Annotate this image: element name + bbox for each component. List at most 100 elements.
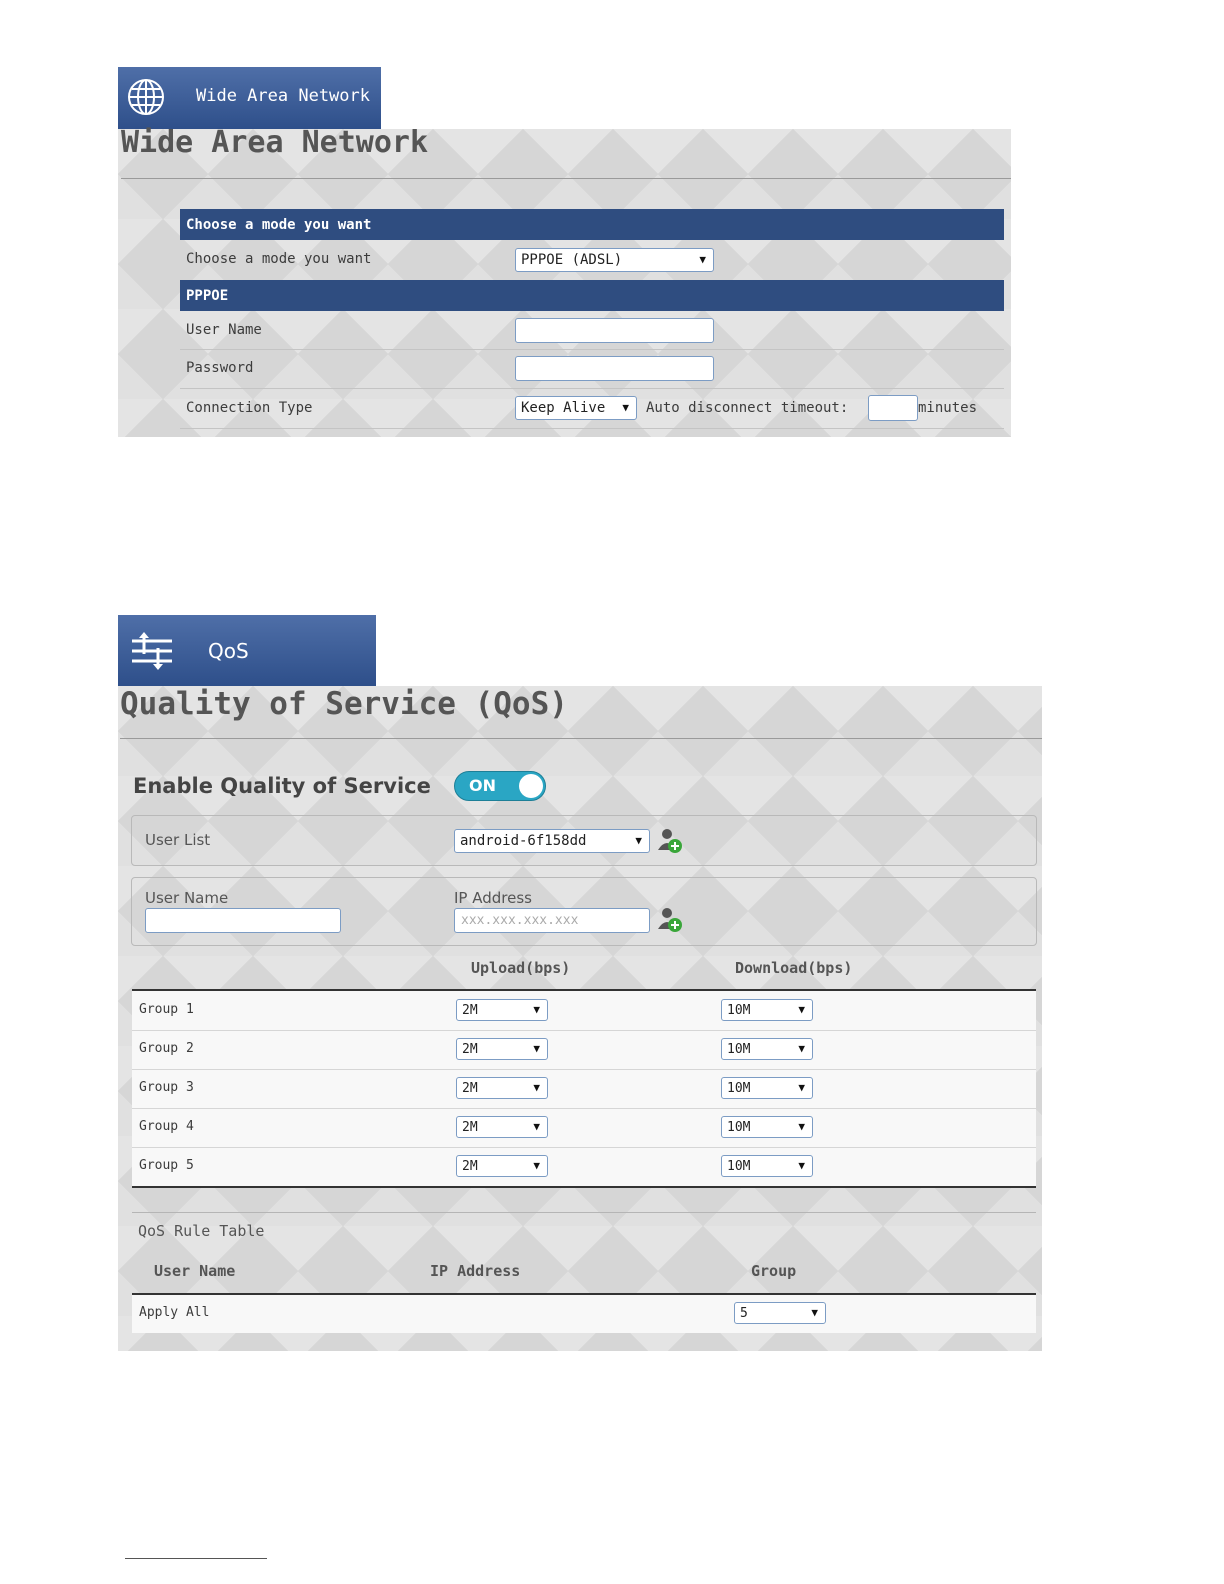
add-user-icon[interactable]: [656, 826, 686, 856]
chevron-down-icon: ▼: [533, 1119, 540, 1133]
table-row: Apply All 5 ▼: [132, 1295, 1036, 1333]
upload-value: 2M: [462, 1158, 478, 1174]
download-header: Download(bps): [735, 959, 853, 977]
groups-table-bottom-border: [132, 1186, 1036, 1188]
chevron-down-icon: ▼: [622, 400, 629, 414]
globe-icon: [126, 77, 166, 117]
upload-select[interactable]: 2M ▼: [456, 1155, 548, 1177]
group-name: Group 5: [139, 1158, 194, 1173]
qos-tab-label: QoS: [208, 639, 249, 663]
wan-page-title: Wide Area Network: [121, 125, 429, 160]
mode-section-header: Choose a mode you want: [180, 209, 1004, 240]
download-select[interactable]: 10M ▼: [721, 1116, 813, 1138]
username-label: User Name: [186, 322, 262, 338]
rule-header-group: Group: [751, 1262, 797, 1280]
download-value: 10M: [727, 1041, 751, 1057]
row-divider: [180, 388, 1004, 389]
add-user-icon[interactable]: [656, 905, 686, 935]
chevron-down-icon: ▼: [533, 1158, 540, 1172]
qos-panel: Quality of Service (QoS) Enable Quality …: [118, 686, 1042, 1351]
upload-header: Upload(bps): [471, 959, 571, 977]
wan-title-divider: [121, 178, 1011, 179]
upload-select[interactable]: 2M ▼: [456, 1038, 548, 1060]
table-row: Group 5 2M ▼ 10M ▼: [132, 1148, 1036, 1186]
row-divider: [180, 428, 1004, 429]
mode-select[interactable]: PPPOE (ADSL) ▼: [515, 248, 714, 272]
connection-type-value: Keep Alive: [521, 400, 606, 416]
user-list-label: User List: [145, 831, 211, 849]
ip-address-label: IP Address: [454, 889, 532, 907]
table-row: Group 4 2M ▼ 10M ▼: [132, 1109, 1036, 1147]
upload-value: 2M: [462, 1002, 478, 1018]
timeout-input[interactable]: [868, 395, 918, 421]
enable-qos-label: Enable Quality of Service: [133, 774, 431, 798]
upload-select[interactable]: 2M ▼: [456, 1116, 548, 1138]
chevron-down-icon: ▼: [798, 1158, 805, 1172]
mode-select-value: PPPOE (ADSL): [521, 252, 623, 268]
ip-address-input[interactable]: xxx.xxx.xxx.xxx: [454, 908, 650, 933]
rule-group-value: 5: [740, 1305, 748, 1321]
upload-value: 2M: [462, 1041, 478, 1057]
chevron-down-icon: ▼: [798, 1080, 805, 1094]
group-name: Group 2: [139, 1041, 194, 1056]
upload-value: 2M: [462, 1080, 478, 1096]
chevron-down-icon: ▼: [798, 1041, 805, 1055]
wan-header-tab[interactable]: Wide Area Network: [118, 67, 381, 129]
qos-title-divider: [120, 738, 1042, 739]
table-row: Group 2 2M ▼ 10M ▼: [132, 1031, 1036, 1069]
rule-group-select[interactable]: 5 ▼: [734, 1302, 826, 1324]
rule-table-divider: [132, 1212, 1036, 1213]
row-divider: [180, 349, 1004, 350]
chevron-down-icon: ▼: [533, 1041, 540, 1055]
download-value: 10M: [727, 1119, 751, 1135]
group-name: Group 3: [139, 1080, 194, 1095]
download-value: 10M: [727, 1158, 751, 1174]
group-name: Group 1: [139, 1002, 194, 1017]
password-label: Password: [186, 360, 254, 376]
chevron-down-icon: ▼: [798, 1119, 805, 1133]
wan-tab-label: Wide Area Network: [196, 86, 370, 106]
table-row: Group 3 2M ▼ 10M ▼: [132, 1070, 1036, 1108]
qos-page-title: Quality of Service (QoS): [120, 686, 568, 722]
chevron-down-icon: ▼: [798, 1002, 805, 1016]
footnote-divider: [125, 1558, 267, 1559]
toggle-on-label: ON: [469, 776, 496, 795]
download-select[interactable]: 10M ▼: [721, 1155, 813, 1177]
password-input[interactable]: [515, 356, 714, 381]
qos-header-tab[interactable]: QoS: [118, 615, 376, 686]
qos-sliders-icon: [130, 632, 174, 670]
chevron-down-icon: ▼: [533, 1002, 540, 1016]
upload-select[interactable]: 2M ▼: [456, 1077, 548, 1099]
username-input[interactable]: [515, 318, 714, 343]
rule-user-name: Apply All: [139, 1305, 210, 1320]
qos-toggle[interactable]: ON: [454, 771, 546, 801]
download-select[interactable]: 10M ▼: [721, 999, 813, 1021]
download-value: 10M: [727, 1080, 751, 1096]
user-name-input[interactable]: [145, 908, 341, 933]
download-select[interactable]: 10M ▼: [721, 1077, 813, 1099]
chevron-down-icon: ▼: [635, 833, 642, 847]
wan-panel: Wide Area Network Choose a mode you want…: [118, 125, 1011, 437]
mode-label: Choose a mode you want: [186, 251, 372, 267]
group-name: Group 4: [139, 1119, 194, 1134]
rule-header-user-name: User Name: [154, 1262, 236, 1280]
download-select[interactable]: 10M ▼: [721, 1038, 813, 1060]
user-name-label: User Name: [145, 889, 229, 907]
chevron-down-icon: ▼: [699, 252, 706, 266]
connection-type-select[interactable]: Keep Alive ▼: [515, 396, 637, 420]
upload-select[interactable]: 2M ▼: [456, 999, 548, 1021]
toggle-knob: [519, 774, 543, 798]
pppoe-section-header: PPPOE: [180, 280, 1004, 311]
user-list-value: android-6f158dd: [460, 833, 587, 849]
auto-disconnect-label: Auto disconnect timeout:: [646, 400, 849, 416]
rule-header-ip-address: IP Address: [430, 1262, 521, 1280]
user-list-select[interactable]: android-6f158dd ▼: [454, 829, 650, 853]
chevron-down-icon: ▼: [533, 1080, 540, 1094]
table-row: Group 1 2M ▼ 10M ▼: [132, 991, 1036, 1030]
connection-type-label: Connection Type: [186, 400, 313, 416]
rule-table-title: QoS Rule Table: [138, 1222, 265, 1240]
minutes-label: minutes: [918, 400, 978, 416]
chevron-down-icon: ▼: [811, 1305, 818, 1319]
upload-value: 2M: [462, 1119, 478, 1135]
download-value: 10M: [727, 1002, 751, 1018]
